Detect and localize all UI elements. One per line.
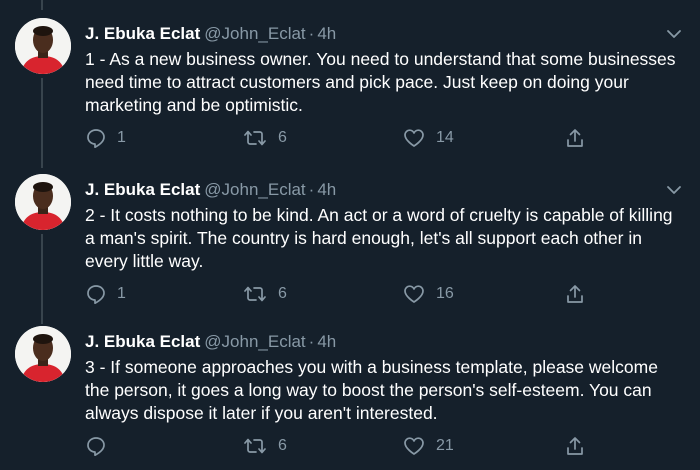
heart-icon: [404, 285, 424, 303]
separator-dot: ·: [308, 332, 315, 351]
action-bar: 1 6 16: [0, 279, 700, 309]
like-button[interactable]: 21: [402, 431, 454, 461]
tweet-header: J. Ebuka Eclat @John_Eclat · 4h: [85, 180, 336, 200]
tweet-1[interactable]: J. Ebuka Eclat @John_Eclat · 4h 1 - As a ne…: [0, 0, 700, 168]
retweet-count: 6: [278, 285, 287, 302]
reply-button[interactable]: 1: [85, 123, 126, 153]
share-icon: [567, 129, 583, 147]
retweet-icon: [244, 438, 266, 454]
user-handle[interactable]: @John_Eclat: [204, 332, 305, 351]
tweet-menu-button[interactable]: [664, 182, 684, 198]
like-button[interactable]: 16: [402, 279, 454, 309]
retweet-button[interactable]: 6: [242, 279, 287, 309]
separator-dot: ·: [308, 24, 315, 43]
tweet-header: J. Ebuka Eclat @John_Eclat · 4h: [85, 332, 336, 352]
like-count: 14: [436, 129, 454, 146]
share-button[interactable]: [564, 123, 586, 153]
tweet-text: 3 - If someone approaches you with a bus…: [85, 357, 658, 423]
retweet-count: 6: [278, 129, 287, 146]
share-icon: [567, 285, 583, 303]
like-count: 16: [436, 285, 454, 302]
reply-count: 1: [117, 285, 126, 302]
reply-icon: [87, 285, 105, 305]
tweet-text: 1 - As a new business owner. You need to…: [85, 49, 676, 115]
action-bar: 1 6 14: [0, 123, 700, 153]
chevron-down-icon: [667, 186, 681, 194]
like-button[interactable]: 14: [402, 123, 454, 153]
retweet-button[interactable]: 6: [242, 123, 287, 153]
timestamp[interactable]: 4h: [317, 24, 336, 43]
avatar[interactable]: [15, 174, 71, 230]
reply-count: 1: [117, 129, 126, 146]
action-bar: 6 21: [0, 431, 700, 461]
heart-icon: [404, 129, 424, 147]
chevron-down-icon: [667, 30, 681, 38]
user-handle[interactable]: @John_Eclat: [204, 24, 305, 43]
reply-button[interactable]: [85, 431, 117, 461]
retweet-icon: [244, 286, 266, 302]
reply-icon: [87, 437, 105, 457]
retweet-button[interactable]: 6: [242, 431, 287, 461]
share-button[interactable]: [564, 279, 586, 309]
share-icon: [567, 437, 583, 455]
display-name[interactable]: J. Ebuka Eclat: [85, 180, 200, 199]
reply-icon: [87, 129, 105, 149]
thread-line: [41, 0, 43, 10]
profile-photo: [15, 326, 71, 382]
tweet-text: 2 - It costs nothing to be kind. An act …: [85, 205, 673, 271]
like-count: 21: [436, 437, 454, 454]
display-name[interactable]: J. Ebuka Eclat: [85, 24, 200, 43]
separator-dot: ·: [308, 180, 315, 199]
profile-photo: [15, 18, 71, 74]
retweet-count: 6: [278, 437, 287, 454]
avatar[interactable]: [15, 326, 71, 382]
retweet-icon: [244, 130, 266, 146]
heart-icon: [404, 437, 424, 455]
timestamp[interactable]: 4h: [317, 332, 336, 351]
avatar[interactable]: [15, 18, 71, 74]
share-button[interactable]: [564, 431, 586, 461]
timestamp[interactable]: 4h: [317, 180, 336, 199]
tweet-menu-button[interactable]: [664, 26, 684, 42]
tweet-2[interactable]: J. Ebuka Eclat @John_Eclat · 4h 2 - It cost…: [0, 164, 700, 324]
display-name[interactable]: J. Ebuka Eclat: [85, 332, 200, 351]
reply-button[interactable]: 1: [85, 279, 126, 309]
tweet-3[interactable]: J. Ebuka Eclat @John_Eclat · 4h 3 - If some…: [0, 316, 700, 468]
tweet-header: J. Ebuka Eclat @John_Eclat · 4h: [85, 24, 336, 44]
profile-photo: [15, 174, 71, 230]
user-handle[interactable]: @John_Eclat: [204, 180, 305, 199]
